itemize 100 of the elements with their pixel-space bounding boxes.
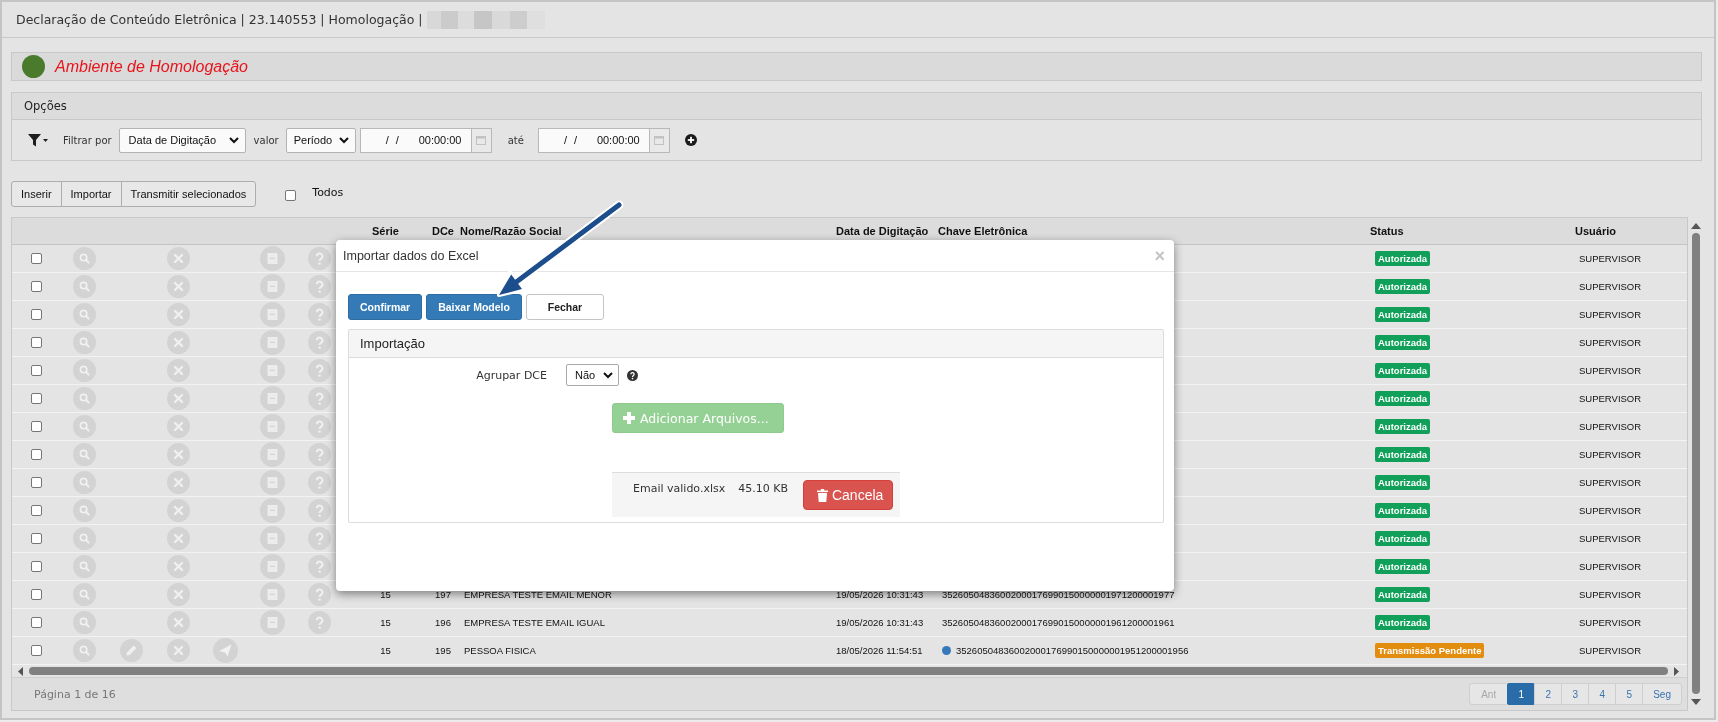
box-icon[interactable] [260,470,285,495]
x-circle-icon[interactable] [167,527,190,550]
box-icon[interactable] [260,274,285,299]
search-icon[interactable] [73,499,96,522]
scrollbar-thumb[interactable] [29,667,1668,675]
search-icon[interactable] [73,639,96,662]
row-checkbox[interactable] [31,533,42,544]
row-checkbox[interactable] [31,477,42,488]
search-icon[interactable] [73,555,96,578]
x-circle-icon[interactable] [167,499,190,522]
search-icon[interactable] [73,387,96,410]
x-circle-icon[interactable] [167,247,190,270]
group-select[interactable]: Não [566,364,619,386]
scroll-down-icon[interactable] [1690,699,1701,705]
search-icon[interactable] [73,583,96,606]
row-checkbox[interactable] [31,337,42,348]
box-icon[interactable] [260,526,285,551]
box-icon[interactable] [260,246,285,271]
x-circle-icon[interactable] [167,555,190,578]
window-title: Declaração de Conteúdo Eletrônica | 23.140553 | Homologação | [16,12,423,27]
box-icon[interactable] [260,302,285,327]
pencil-icon[interactable] [120,639,143,662]
x-circle-icon[interactable] [167,275,190,298]
table-cell: 197 [435,589,451,600]
search-icon[interactable] [73,471,96,494]
download-template-button[interactable]: Baixar Modelo [426,294,522,320]
x-circle-icon[interactable] [167,583,190,606]
row-checkbox[interactable] [31,393,42,404]
page-button[interactable]: 3 [1561,683,1590,705]
table-cell: SUPERVISOR [1579,645,1642,656]
x-circle-icon[interactable] [167,471,190,494]
scroll-up-icon[interactable] [1690,223,1701,229]
x-circle-icon[interactable] [167,415,190,438]
help-icon[interactable] [627,369,638,381]
box-icon[interactable] [260,582,285,607]
insert-button[interactable]: Inserir [11,181,62,207]
box-icon[interactable] [260,386,285,411]
box-icon[interactable] [260,554,285,579]
page-button[interactable]: 5 [1615,683,1644,705]
box-icon[interactable] [260,610,285,635]
scrollbar-thumb[interactable] [1691,233,1700,694]
row-checkbox[interactable] [31,449,42,460]
search-icon[interactable] [73,247,96,270]
confirm-button[interactable]: Confirmar [348,294,423,320]
filter-field-select[interactable]: Data de Digitação [118,127,246,153]
search-icon[interactable] [73,275,96,298]
box-icon[interactable] [260,358,285,383]
page-button[interactable]: 4 [1588,683,1617,705]
box-icon[interactable] [260,442,285,467]
column-header: Usuário [1575,225,1616,237]
row-checkbox[interactable] [31,589,42,600]
search-icon[interactable] [73,359,96,382]
period-select[interactable]: Período [285,127,356,153]
calendar-button[interactable] [470,127,492,153]
x-circle-icon[interactable] [167,443,190,466]
row-checkbox[interactable] [31,365,42,376]
box-icon[interactable] [260,330,285,355]
scroll-left-icon[interactable] [18,666,23,676]
import-button[interactable]: Importar [60,181,122,207]
row-checkbox[interactable] [31,617,42,628]
table-cell: SUPERVISOR [1579,589,1642,600]
search-icon[interactable] [73,527,96,550]
row-checkbox[interactable] [31,561,42,572]
calendar-button[interactable] [648,127,670,153]
search-icon[interactable] [73,611,96,634]
date-from-field[interactable]: / / 00:00:00 [359,127,472,153]
row-checkbox[interactable] [31,645,42,656]
box-icon[interactable] [260,414,285,439]
paper-plane-icon[interactable] [213,638,238,663]
transmit-button[interactable]: Transmitir selecionados [120,181,257,207]
x-circle-icon[interactable] [167,359,190,382]
row-checkbox[interactable] [31,505,42,516]
x-circle-icon[interactable] [167,611,190,634]
x-circle-icon[interactable] [167,331,190,354]
box-icon[interactable] [260,498,285,523]
date-to-field[interactable]: / / 00:00:00 [537,127,650,153]
cancel-button[interactable]: Cancela [802,480,893,510]
page-button[interactable]: 2 [1534,683,1563,705]
row-checkbox[interactable] [31,281,42,292]
add-icon[interactable] [684,134,697,146]
search-icon[interactable] [73,443,96,466]
search-icon[interactable] [73,303,96,326]
page-button[interactable]: 1 [1507,683,1536,705]
filter-icon[interactable] [28,133,49,147]
select-all-checkbox[interactable] [285,190,297,201]
page-button[interactable]: Seg [1642,683,1682,705]
x-circle-icon[interactable] [167,639,190,662]
x-circle-icon[interactable] [167,303,190,326]
scroll-right-icon[interactable] [1674,666,1679,676]
calendar-icon [654,135,665,145]
row-checkbox[interactable] [31,421,42,432]
column-header: Chave Eletrônica [938,225,1028,237]
row-checkbox[interactable] [31,309,42,320]
row-checkbox[interactable] [31,253,42,264]
chevron-down-icon [603,371,613,379]
search-icon[interactable] [73,415,96,438]
search-icon[interactable] [73,331,96,354]
chevron-down-icon [228,136,239,144]
x-circle-icon[interactable] [167,387,190,410]
close-dialog-button[interactable]: Fechar [525,294,604,320]
